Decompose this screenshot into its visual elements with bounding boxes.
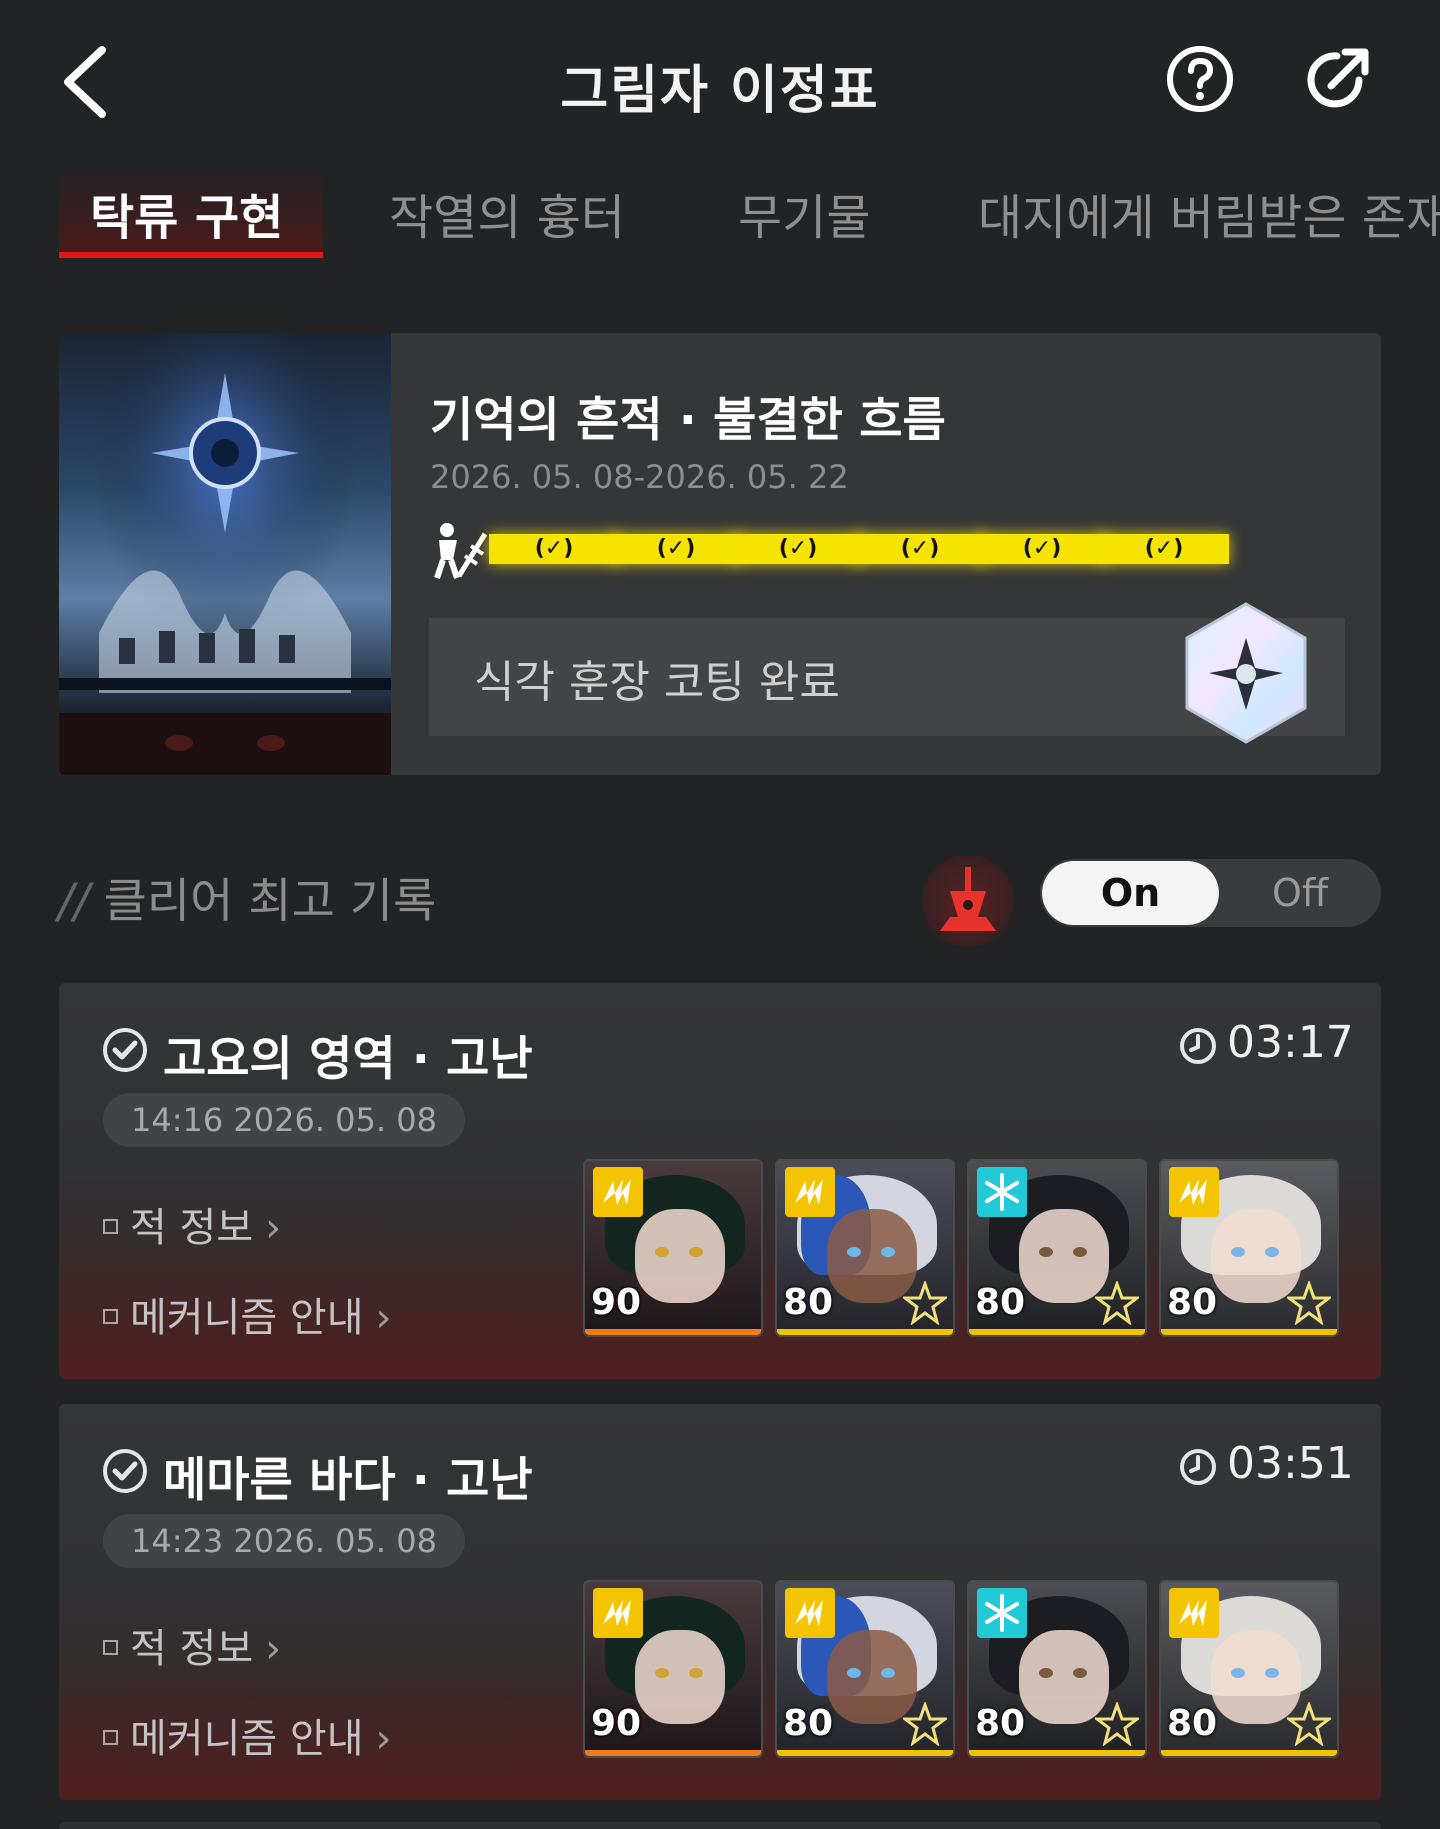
level-bar [969,1750,1145,1756]
medal-badge-icon [1179,598,1314,748]
level-bar [777,1750,953,1756]
section-title: //클리어 최고 기록 [58,862,436,931]
team-member-3[interactable]: 80 [967,1580,1147,1758]
chevron-right-icon: › [375,1295,392,1341]
check-circle-icon [101,1447,149,1495]
chevron-right-icon: › [375,1716,392,1762]
snowflake-icon [977,1588,1027,1638]
mechanic-guide-link[interactable]: 메커니즘 안내 › [103,1285,392,1343]
character-level: 80 [783,1282,834,1323]
character-level: 80 [1167,1282,1218,1323]
record-card[interactable]: 고요의 영역 · 고난 03:17 14:16 2026. 05. 08 적 정… [59,983,1381,1379]
toggle-off-button[interactable]: Off [1220,861,1380,925]
tab-takryu[interactable]: 탁류 구현 [90,178,283,248]
tab-active-underline [59,252,323,258]
team-member-2[interactable]: 80 [775,1159,955,1337]
lightning-icon [1169,1588,1219,1638]
star-rank-icon [1092,1700,1142,1747]
enemy-info-link[interactable]: 적 정보 › [103,1616,281,1674]
difficulty-mark-1: (✓) [489,534,619,564]
help-button[interactable] [1165,44,1235,114]
share-icon [1307,48,1369,108]
star-rank-icon [1284,1700,1334,1747]
check-circle-icon [101,1026,149,1074]
level-bar [585,1329,761,1335]
stage-name: 메마른 바다 · 고난 [163,1453,533,1508]
level-bar [777,1329,953,1335]
team-member-4[interactable]: 80 [1159,1159,1339,1337]
tab-mugimul[interactable]: 무기물 [738,178,870,248]
clock-icon [1178,1447,1218,1487]
toggle-on-button[interactable]: On [1042,861,1219,925]
record-card[interactable]: 메마른 바다 · 고난 03:51 14:23 2026. 05. 08 적 정… [59,1404,1381,1800]
medal-text: 식각 훈장 코팅 완료 [474,657,840,708]
bullet-square-icon [103,1308,118,1324]
star-rank-icon [900,1700,950,1747]
difficulty-mark-5: (✓) [977,534,1107,564]
enemy-info-link[interactable]: 적 정보 › [103,1195,281,1253]
level-bar [1161,1750,1337,1756]
bullet-square-icon [103,1218,118,1234]
character-level: 90 [591,1282,642,1323]
enemy-info-label: 적 정보 [130,1205,254,1251]
mechanic-guide-link[interactable]: 메커니즘 안내 › [103,1706,392,1764]
mechanic-guide-label: 메커니즘 안내 [130,1295,364,1341]
record-card-partial [59,1822,1381,1829]
chevron-right-icon: › [265,1205,282,1251]
difficulty-climber-icon [427,520,489,582]
event-dates: 2026. 05. 08-2026. 05. 22 [430,458,849,496]
character-level: 80 [975,1703,1026,1744]
lightning-icon [593,1588,643,1638]
event-card[interactable]: 기억의 흔적 · 불결한 흐름 2026. 05. 08-2026. 05. 2… [59,333,1381,775]
character-level: 80 [783,1703,834,1744]
section-title-text: 클리어 최고 기록 [103,874,437,929]
character-level: 90 [591,1703,642,1744]
team-member-4[interactable]: 80 [1159,1580,1339,1758]
difficulty-mark-3: (✓) [733,534,863,564]
star-rank-icon [1284,1279,1334,1326]
enemy-info-label: 적 정보 [130,1626,254,1672]
medal-row[interactable]: 식각 훈장 코팅 완료 [429,602,1345,744]
level-bar [969,1329,1145,1335]
star-rank-icon [1092,1279,1142,1326]
level-bar [585,1750,761,1756]
level-bar [1161,1329,1337,1335]
event-artwork [59,333,391,775]
lightning-icon [593,1167,643,1217]
lightning-icon [785,1588,835,1638]
lightning-icon [785,1167,835,1217]
team-member-2[interactable]: 80 [775,1580,955,1758]
bullet-square-icon [103,1639,118,1655]
chevron-right-icon: › [265,1626,282,1672]
clear-time: 03:17 [1227,1017,1354,1068]
difficulty-mark-6: (✓) [1099,534,1229,564]
tab-jakyeol[interactable]: 작열의 흉터 [389,178,625,248]
difficulty-mark-4: (✓) [855,534,985,564]
clear-time: 03:51 [1227,1438,1354,1489]
stage-name: 고요의 영역 · 고난 [163,1032,533,1087]
team-member-1[interactable]: 90 [583,1580,763,1758]
star-rank-icon [900,1279,950,1326]
difficulty-mark-2: (✓) [611,534,741,564]
character-level: 80 [975,1282,1026,1323]
character-level: 80 [1167,1703,1218,1744]
lightning-icon [1169,1167,1219,1217]
team-member-1[interactable]: 90 [583,1159,763,1337]
snowflake-icon [977,1167,1027,1217]
clock-icon [1178,1026,1218,1066]
event-title: 기억의 흔적 · 불결한 흐름 [430,393,946,448]
help-circle-icon [1167,46,1233,112]
team-member-3[interactable]: 80 [967,1159,1147,1337]
share-button[interactable] [1303,44,1373,114]
section-slash-icon: // [58,874,90,929]
tab-abandoned[interactable]: 대지에게 버림받은 존재 [978,178,1440,248]
bullet-square-icon [103,1729,118,1745]
boss-toggle-icon [922,855,1014,947]
record-datetime: 14:23 2026. 05. 08 [103,1514,465,1568]
record-datetime: 14:16 2026. 05. 08 [103,1093,465,1147]
mechanic-guide-label: 메커니즘 안내 [130,1716,364,1762]
